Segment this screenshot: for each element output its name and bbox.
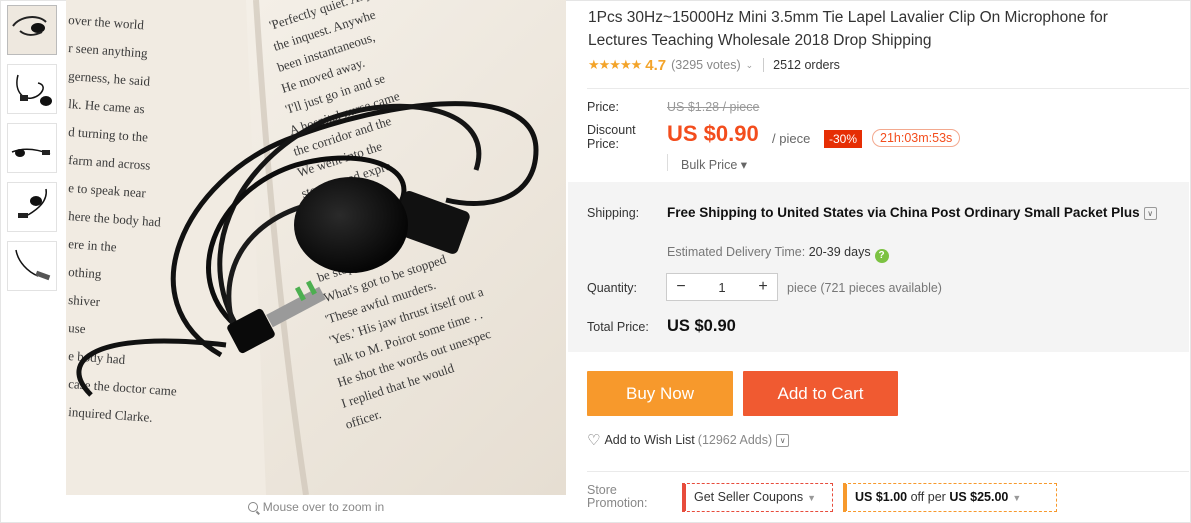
chevron-down-icon: ▼ [1012,493,1022,503]
quantity-label: Quantity: [587,281,638,295]
discount-coupon-dropdown[interactable]: US $1.00 off per US $25.00 ▼ [843,483,1057,512]
total-price-value: US $0.90 [667,317,736,335]
add-to-wish-list-link[interactable]: ♡ Add to Wish List (12962 Adds) ∨ [587,431,790,449]
shipping-country: United States [777,205,864,220]
thumbnail-1[interactable] [7,5,57,55]
shipping-label: Shipping: [587,206,640,220]
thumbnail-4[interactable] [7,182,57,232]
add-to-cart-button[interactable]: Add to Cart [743,371,898,416]
store-promotion-label-line2: Promotion: [587,496,648,510]
buy-now-button[interactable]: Buy Now [587,371,733,416]
discount-badge: -30% [824,130,863,148]
quantity-input[interactable] [695,279,749,295]
magnifier-icon [247,502,258,512]
rating-row: ★★★★★ 4.7 (3295 votes) ⌄ 2512 orders [588,55,840,75]
zoom-hint-text: Mouse over to zoom in [262,500,385,514]
increase-quantity-button[interactable]: + [749,274,777,300]
estimated-delivery: Estimated Delivery Time: 20-39 days? [667,245,889,263]
countdown-timer: 21h:03m:53s [872,129,961,147]
chevron-down-icon[interactable]: ⌄ [746,60,754,71]
chevron-down-icon[interactable]: ∨ [1143,207,1157,220]
discount-label: Discount Price: [587,123,636,151]
chevron-down-icon: ▼ [807,493,817,503]
estimated-delivery-days: 20-39 days [808,245,871,259]
thumbnail-5[interactable] [7,241,57,291]
coupon-threshold: US $25.00 [949,490,1009,504]
votes-link[interactable]: (3295 votes) [671,58,740,72]
microphone-on-book-image: over the worldr seen anythinggerness, he… [66,0,566,495]
bulk-price-dropdown[interactable]: Bulk Price ▾ [681,157,747,172]
thumbnail-2-image [8,65,56,113]
original-price: US $1.28 / piece [667,100,760,114]
wish-list-label: Add to Wish List [604,433,695,447]
thumbnail-3[interactable] [7,123,57,173]
estimated-delivery-label: Estimated Delivery Time: [667,245,806,259]
coupon-text: off per [910,490,946,504]
shipping-carrier: via China Post Ordinary Small Packet Plu… [867,205,1140,220]
zoom-hint: Mouse over to zoom in [66,500,566,514]
thumbnail-4-image [8,183,56,231]
discount-price: US $0.90 [667,121,759,146]
thumbnail-strip [7,5,57,300]
discount-label-line2: Price: [587,137,619,151]
book-left-line: othing [68,264,103,281]
help-icon[interactable]: ? [874,249,889,263]
divider [667,154,668,171]
heart-plus-icon: ♡ [587,432,601,449]
total-price-label: Total Price: [587,320,649,334]
book-left-line: shiver [68,292,101,309]
coupon-amount: US $1.00 [855,490,908,504]
main-product-image[interactable]: over the world r seen anything gerness, he… [66,0,566,495]
divider [587,471,1189,472]
wish-list-count: (12962 Adds) [697,433,773,447]
thumbnail-3-image [8,124,56,172]
star-rating-icon: ★★★★★ [588,57,642,72]
product-title: 1Pcs 30Hz~15000Hz Mini 3.5mm Tie Lapel L… [588,9,1108,49]
orders-count: 2512 orders [773,58,840,72]
divider [763,58,765,72]
book-left-line: use [68,320,87,336]
per-piece-unit: / piece [772,131,811,146]
price-label: Price: [587,100,619,114]
discount-label-line1: Discount [587,123,636,137]
decrease-quantity-button[interactable]: − [667,274,695,300]
store-promotion-label: Store Promotion: [587,484,647,510]
quantity-available: piece (721 pieces available) [787,281,942,295]
seller-coupons-dropdown[interactable]: Get Seller Coupons ▼ [682,483,833,512]
thumbnail-1-image [8,6,56,54]
chevron-down-icon[interactable]: ∨ [776,433,790,447]
shipping-text-prefix: Free Shipping to [667,205,774,220]
quantity-stepper: − + [666,273,778,301]
thumbnail-2[interactable] [7,64,57,114]
divider [587,88,1189,89]
rating-value: 4.7 [645,56,667,74]
shipping-method[interactable]: Free Shipping to United States via China… [667,204,1187,222]
seller-coupons-label: Get Seller Coupons [694,490,804,504]
thumbnail-5-image [8,242,56,290]
